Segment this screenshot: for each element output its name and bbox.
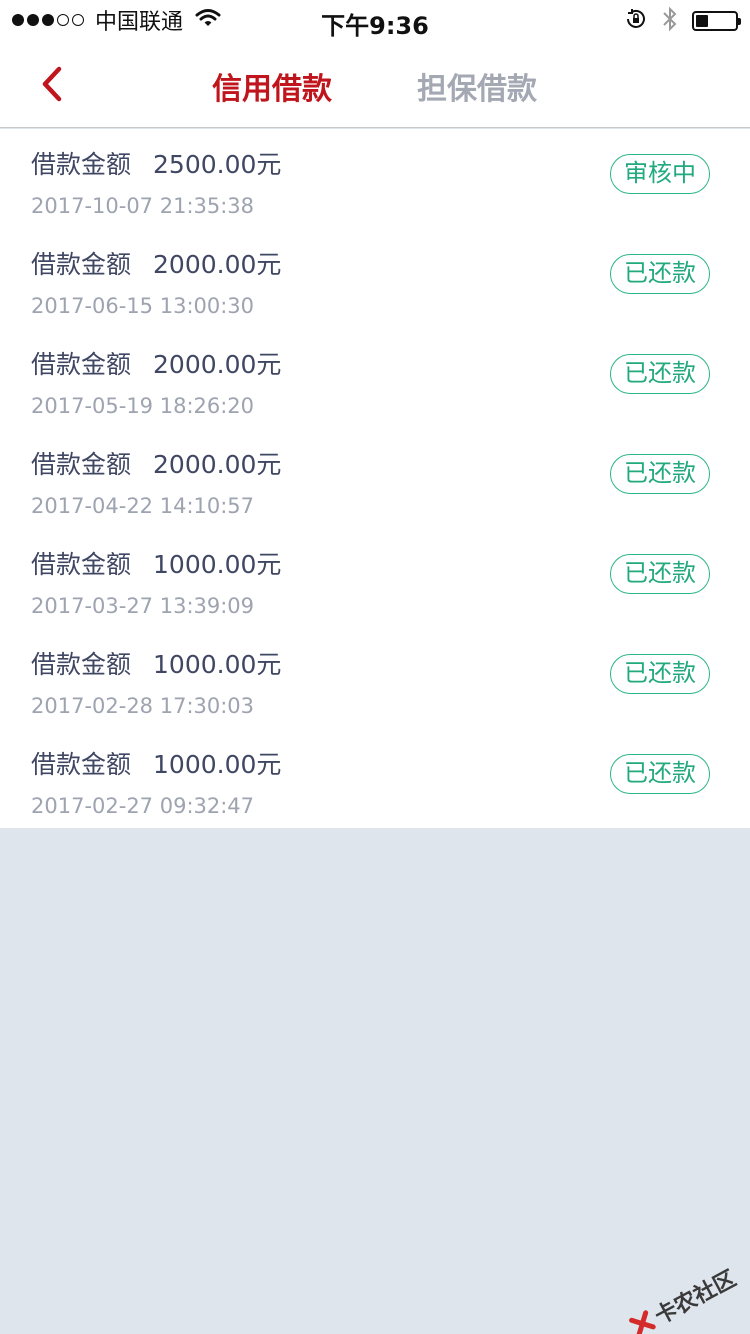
rotation-lock-icon	[624, 7, 648, 35]
status-badge: 已还款	[610, 454, 710, 494]
amount-label: 借款金额	[31, 150, 132, 179]
amount-label: 借款金额	[31, 750, 132, 779]
loan-datetime: 2017-10-07 21:35:38	[31, 194, 255, 218]
status-badge: 已还款	[610, 654, 710, 694]
status-badge: 审核中	[610, 154, 710, 194]
loan-datetime: 2017-04-22 14:10:57	[31, 494, 255, 518]
watermark-text: 卡农社区	[650, 1266, 741, 1330]
amount-value: 1000.00元	[153, 550, 282, 579]
list-item[interactable]: 借款金额 2000.00元 2017-05-19 18:26:20 已还款	[0, 329, 750, 429]
amount-label: 借款金额	[31, 450, 132, 479]
list-item[interactable]: 借款金额 2000.00元 2017-04-22 14:10:57 已还款	[0, 429, 750, 529]
amount-label: 借款金额	[31, 250, 132, 279]
loan-list: 借款金额 2500.00元 2017-10-07 21:35:38 审核中 借款金…	[0, 129, 750, 828]
amount-value: 2500.00元	[153, 150, 282, 179]
loan-datetime: 2017-03-27 13:39:09	[31, 594, 255, 618]
status-badge: 已还款	[610, 354, 710, 394]
list-item[interactable]: 借款金额 2500.00元 2017-10-07 21:35:38 审核中	[0, 129, 750, 229]
bluetooth-icon	[662, 6, 678, 36]
tab-guarantee-loan[interactable]: 担保借款	[417, 64, 537, 108]
amount-value: 2000.00元	[153, 250, 282, 279]
list-item[interactable]: 借款金额 2000.00元 2017-06-15 13:00:30 已还款	[0, 229, 750, 329]
amount-label: 借款金额	[31, 650, 132, 679]
chevron-left-icon	[42, 66, 62, 102]
status-badge: 已还款	[610, 754, 710, 794]
list-item[interactable]: 借款金额 1000.00元 2017-03-27 13:39:09 已还款	[0, 529, 750, 629]
battery-icon	[692, 11, 741, 31]
status-bar: 中国联通 下午9:36	[0, 0, 750, 40]
loan-datetime: 2017-02-27 09:32:47	[31, 794, 255, 818]
back-button[interactable]	[30, 62, 74, 106]
loan-datetime: 2017-05-19 18:26:20	[31, 394, 255, 418]
loan-amount-line: 借款金额 2000.00元	[31, 245, 281, 281]
loan-amount-line: 借款金额 1000.00元	[31, 745, 281, 781]
status-badge: 已还款	[610, 554, 710, 594]
loan-amount-line: 借款金额 2000.00元	[31, 345, 281, 381]
amount-label: 借款金额	[31, 350, 132, 379]
status-right-icons	[610, 6, 741, 36]
amount-value: 2000.00元	[153, 450, 282, 479]
amount-label: 借款金额	[31, 550, 132, 579]
loan-datetime: 2017-06-15 13:00:30	[31, 294, 255, 318]
loan-amount-line: 借款金额 2000.00元	[31, 445, 281, 481]
amount-value: 2000.00元	[153, 350, 282, 379]
list-item[interactable]: 借款金额 1000.00元 2017-02-28 17:30:03 已还款	[0, 629, 750, 729]
loan-amount-line: 借款金额 2500.00元	[31, 145, 281, 181]
nav-bar: 信用借款 担保借款	[0, 40, 750, 128]
status-badge: 已还款	[610, 254, 710, 294]
watermark: 卡农社区	[625, 1261, 741, 1334]
loan-amount-line: 借款金额 1000.00元	[31, 545, 281, 581]
loan-amount-line: 借款金额 1000.00元	[31, 645, 281, 681]
list-item[interactable]: 借款金额 1000.00元 2017-02-27 09:32:47 已还款	[0, 729, 750, 829]
amount-value: 1000.00元	[153, 750, 282, 779]
amount-value: 1000.00元	[153, 650, 282, 679]
tab-credit-loan[interactable]: 信用借款	[212, 64, 332, 108]
loan-datetime: 2017-02-28 17:30:03	[31, 694, 255, 718]
